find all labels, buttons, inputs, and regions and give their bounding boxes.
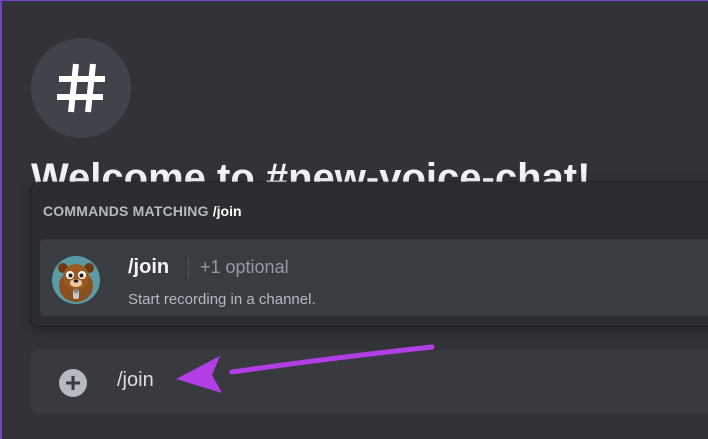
annotation-arrow — [176, 344, 435, 393]
